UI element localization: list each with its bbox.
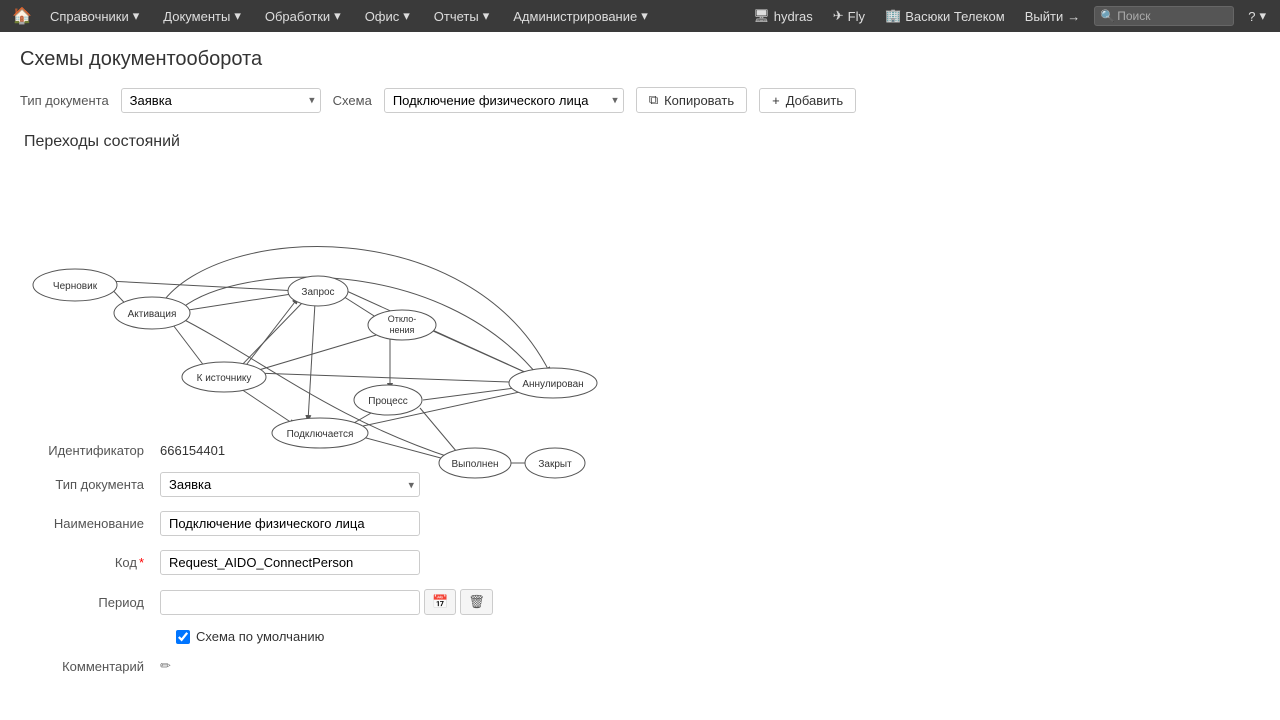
schema-label: Схема <box>333 93 372 108</box>
company-icon: 🏢 <box>885 8 901 24</box>
schema-select[interactable]: Подключение физического лица <box>384 88 624 113</box>
code-label: Код <box>20 555 160 570</box>
nav-right: 🖥 hydras ✈ Fly 🏢 Васюки Телеком Выйти → … <box>747 6 1272 26</box>
period-controls: 📅 🗑 <box>160 589 493 615</box>
doc-type-label: Тип документа <box>20 93 109 108</box>
period-row: Период 📅 🗑 <box>20 589 1260 615</box>
svg-text:Активация: Активация <box>128 309 177 320</box>
clear-period-button[interactable]: 🗑 <box>460 589 493 615</box>
transitions-title: Переходы состояний <box>20 133 1260 151</box>
server-icon: 🖥 <box>753 8 770 24</box>
svg-text:Подключается: Подключается <box>287 429 354 440</box>
id-row: Идентификатор 666154401 <box>20 443 1260 458</box>
toolbar: Тип документа Заявка Схема Подключение ф… <box>20 87 1260 113</box>
name-row: Наименование <box>20 511 1260 536</box>
state-diagram: Черновик Активация Запрос Откло- нения К… <box>20 163 620 428</box>
add-button[interactable]: + Добавить <box>759 88 856 113</box>
doc-type-select-wrapper: Заявка <box>121 88 321 113</box>
doc-type-select[interactable]: Заявка <box>121 88 321 113</box>
schema-select-wrapper: Подключение физического лица <box>384 88 624 113</box>
copy-icon: ⧉ <box>649 92 658 108</box>
form-doc-type-select-wrapper: Заявка <box>160 472 420 497</box>
diagram-container: Черновик Активация Запрос Откло- нения К… <box>20 163 620 423</box>
form-section: Идентификатор 666154401 Тип документа За… <box>20 443 1260 674</box>
name-label: Наименование <box>20 516 160 531</box>
nav-logout[interactable]: Выйти → <box>1019 7 1087 26</box>
nav-item-otchety[interactable]: Отчеты ▾ <box>424 4 499 28</box>
trash-icon: 🗑 <box>468 594 485 609</box>
search-input[interactable] <box>1094 6 1234 26</box>
search-icon: 🔍 <box>1100 9 1115 23</box>
svg-text:нения: нения <box>390 325 415 335</box>
default-schema-checkbox-row: Схема по умолчанию <box>176 629 324 644</box>
chevron-down-icon: ▾ <box>234 8 241 24</box>
search-container: 🔍 <box>1094 6 1234 26</box>
home-button[interactable]: 🏠 <box>8 2 36 30</box>
svg-text:Черновик: Черновик <box>53 281 98 292</box>
chevron-down-icon: ▾ <box>403 8 410 24</box>
comment-row: Комментарий ✏ <box>20 658 1260 674</box>
navbar: 🏠 Справочники ▾ Документы ▾ Обработки ▾ … <box>0 0 1280 32</box>
nav-fly[interactable]: ✈ Fly <box>827 6 871 26</box>
calendar-icon: 📅 <box>432 594 448 609</box>
edit-comment-icon[interactable]: ✏ <box>160 658 171 674</box>
nav-hydras[interactable]: 🖥 hydras <box>747 6 819 26</box>
id-value: 666154401 <box>160 443 225 458</box>
page-content: Схемы документооборота Тип документа Зая… <box>0 32 1280 704</box>
svg-text:Запрос: Запрос <box>301 287 334 298</box>
chevron-down-icon: ▾ <box>483 8 490 24</box>
period-label: Период <box>20 595 160 610</box>
nav-item-obrabotki[interactable]: Обработки ▾ <box>255 4 351 28</box>
svg-text:Процесс: Процесс <box>368 396 408 407</box>
svg-text:Аннулирован: Аннулирован <box>522 379 583 390</box>
svg-text:Выполнен: Выполнен <box>451 459 498 470</box>
copy-button[interactable]: ⧉ Копировать <box>636 87 747 113</box>
add-icon: + <box>772 93 780 108</box>
calendar-button[interactable]: 📅 <box>424 589 456 615</box>
nav-item-spravochniki[interactable]: Справочники ▾ <box>40 4 149 28</box>
period-input[interactable] <box>160 590 420 615</box>
svg-text:К источнику: К источнику <box>197 373 252 384</box>
chevron-down-icon: ▾ <box>334 8 341 24</box>
default-schema-label: Схема по умолчанию <box>196 629 324 644</box>
code-row: Код <box>20 550 1260 575</box>
nav-item-ofis[interactable]: Офис ▾ <box>355 4 420 28</box>
svg-text:Закрыт: Закрыт <box>538 459 572 470</box>
fly-icon: ✈ <box>833 8 844 24</box>
default-schema-checkbox[interactable] <box>176 630 190 644</box>
chevron-down-icon: ▾ <box>133 8 140 24</box>
name-input[interactable] <box>160 511 420 536</box>
nav-item-dokumenty[interactable]: Документы ▾ <box>153 4 251 28</box>
help-button[interactable]: ? ▾ <box>1242 6 1272 26</box>
nav-item-administrirovanie[interactable]: Администрирование ▾ <box>503 4 658 28</box>
comment-label: Комментарий <box>20 659 160 674</box>
default-schema-row: Схема по умолчанию <box>20 629 1260 644</box>
page-title: Схемы документооборота <box>20 48 1260 71</box>
chevron-down-icon: ▾ <box>1259 8 1266 24</box>
nav-company[interactable]: 🏢 Васюки Телеком <box>879 6 1011 26</box>
logout-icon: → <box>1067 9 1080 24</box>
form-doc-type-label: Тип документа <box>20 477 160 492</box>
form-doc-type-select[interactable]: Заявка <box>160 472 420 497</box>
svg-text:Откло-: Откло- <box>388 314 417 324</box>
id-label: Идентификатор <box>20 443 160 458</box>
chevron-down-icon: ▾ <box>641 8 648 24</box>
code-input[interactable] <box>160 550 420 575</box>
form-doc-type-row: Тип документа Заявка <box>20 472 1260 497</box>
